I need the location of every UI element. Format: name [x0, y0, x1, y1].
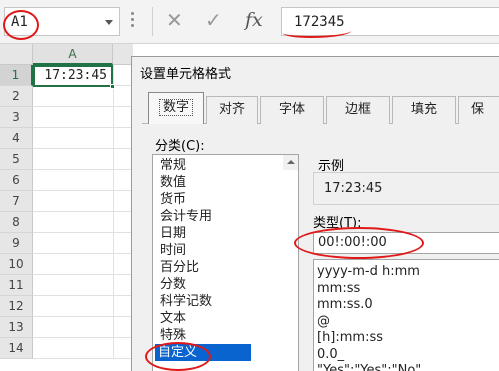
- tab-number[interactable]: 数字: [148, 92, 204, 124]
- grid-row-4[interactable]: [33, 128, 133, 149]
- grid-row-9[interactable]: [33, 233, 133, 254]
- sample-box: 17:23:45: [313, 172, 499, 205]
- row-header-11[interactable]: 11: [0, 275, 33, 296]
- tab-border[interactable]: 边框: [326, 96, 390, 124]
- formula-bar: A1 ✕ ✓ fx 172345: [0, 0, 499, 44]
- select-all-corner[interactable]: [0, 44, 33, 65]
- format-code-item[interactable]: 0.0_: [317, 346, 344, 363]
- column-header-b[interactable]: [113, 44, 133, 65]
- category-item[interactable]: 货币: [157, 191, 189, 208]
- format-code-item[interactable]: [h]:mm:ss: [317, 329, 383, 346]
- red-circle-annotation: [294, 227, 424, 259]
- category-item[interactable]: 日期: [157, 225, 189, 242]
- red-circle-annotation: [3, 10, 39, 40]
- category-item[interactable]: 会计专用: [157, 208, 215, 225]
- row-header-10[interactable]: 10: [0, 254, 33, 275]
- format-code-list[interactable]: yyyy-m-d h:mm mm:ss mm:ss.0 @ [h]:mm:ss 0.0_ "…: [313, 259, 499, 371]
- row-header-8[interactable]: 8: [0, 212, 33, 233]
- grid-row-6[interactable]: [33, 170, 133, 191]
- cancel-icon[interactable]: ✕: [166, 8, 183, 32]
- tab-font[interactable]: 字体: [260, 96, 324, 124]
- grid-row-2[interactable]: [33, 86, 133, 107]
- format-code-item[interactable]: yyyy-m-d h:mm: [317, 263, 420, 280]
- category-item[interactable]: 数值: [157, 174, 189, 191]
- grid-row-5[interactable]: [33, 149, 133, 170]
- dialog-title: 设置单元格格式: [140, 67, 232, 82]
- category-item[interactable]: 科学记数: [157, 293, 215, 310]
- row-header-4[interactable]: 4: [0, 128, 33, 149]
- fill-handle[interactable]: [110, 84, 115, 89]
- drag-handle-icon[interactable]: [131, 10, 134, 30]
- category-item[interactable]: 常规: [157, 157, 189, 174]
- red-circle-annotation: [145, 342, 211, 371]
- category-list[interactable]: 常规 数值 货币 会计专用 日期 时间 百分比 分数 科学记数 文本 特殊 自定义: [152, 154, 299, 371]
- column-header-a[interactable]: A: [33, 44, 113, 65]
- grid-row-11[interactable]: [33, 275, 133, 296]
- category-item[interactable]: 时间: [157, 242, 189, 259]
- scroll-up-icon[interactable]: [283, 155, 298, 170]
- grid-row-13[interactable]: [33, 317, 133, 338]
- grid-row-8[interactable]: [33, 212, 133, 233]
- grid-row-14[interactable]: [33, 338, 133, 359]
- format-code-item[interactable]: mm:ss.0: [317, 296, 373, 313]
- formula-bar-divider: [152, 7, 153, 36]
- grid-row-3[interactable]: [33, 107, 133, 128]
- row-header-9[interactable]: 9: [0, 233, 33, 254]
- grid-row-7[interactable]: [33, 191, 133, 212]
- category-label: 分类(C):: [155, 139, 205, 154]
- tab-fill[interactable]: 填充: [392, 96, 456, 124]
- row-header-12[interactable]: 12: [0, 296, 33, 317]
- format-code-item[interactable]: "Yes";"Yes";"No": [317, 362, 421, 371]
- row-header-7[interactable]: 7: [0, 191, 33, 212]
- format-code-item[interactable]: @: [317, 313, 330, 330]
- row-header-2[interactable]: 2: [0, 86, 33, 107]
- category-item[interactable]: 分数: [157, 276, 189, 293]
- row-header-5[interactable]: 5: [0, 149, 33, 170]
- row-header-3[interactable]: 3: [0, 107, 33, 128]
- chevron-down-icon[interactable]: [105, 20, 113, 25]
- format-code-item[interactable]: mm:ss: [317, 280, 360, 297]
- row-header-14[interactable]: 14: [0, 338, 33, 359]
- row-header-6[interactable]: 6: [0, 170, 33, 191]
- tab-alignment[interactable]: 对齐: [206, 96, 258, 124]
- enter-icon[interactable]: ✓: [205, 8, 222, 32]
- tab-number-label: 数字: [158, 99, 193, 116]
- active-cell-a1[interactable]: 17:23:45: [33, 65, 113, 87]
- tab-protection[interactable]: 保: [458, 96, 499, 124]
- category-item[interactable]: 文本: [157, 310, 189, 327]
- category-item[interactable]: 百分比: [157, 259, 202, 276]
- row-header-1[interactable]: 1: [0, 65, 33, 86]
- grid-row-10[interactable]: [33, 254, 133, 275]
- insert-function-icon[interactable]: fx: [245, 9, 263, 31]
- sample-value: 17:23:45: [324, 181, 383, 196]
- grid-row-12[interactable]: [33, 296, 133, 317]
- row-header-13[interactable]: 13: [0, 317, 33, 338]
